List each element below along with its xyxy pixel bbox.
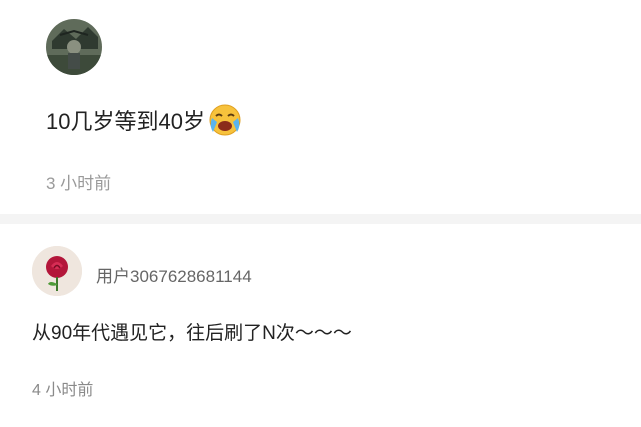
rose-avatar-icon (32, 246, 82, 296)
crying-face-icon (209, 104, 241, 136)
comment-text: 10几岁等到40岁 (46, 102, 243, 138)
comment-text: 从90年代遇见它，往后刷了N次～～～ (32, 323, 352, 344)
comment-timestamp: 3 小时前 (46, 174, 112, 191)
divider (0, 214, 641, 224)
user-avatar[interactable] (46, 19, 102, 75)
comment-timestamp: 4 小时前 (32, 382, 94, 399)
avatar-photo-icon (46, 19, 102, 75)
comment-item: 10几岁等到40岁 3 小时前 (0, 0, 641, 200)
username[interactable]: 用户3067628681144 (96, 262, 252, 287)
user-avatar[interactable] (32, 246, 82, 296)
comment-text-content: 10几岁等到40岁 (46, 109, 205, 134)
